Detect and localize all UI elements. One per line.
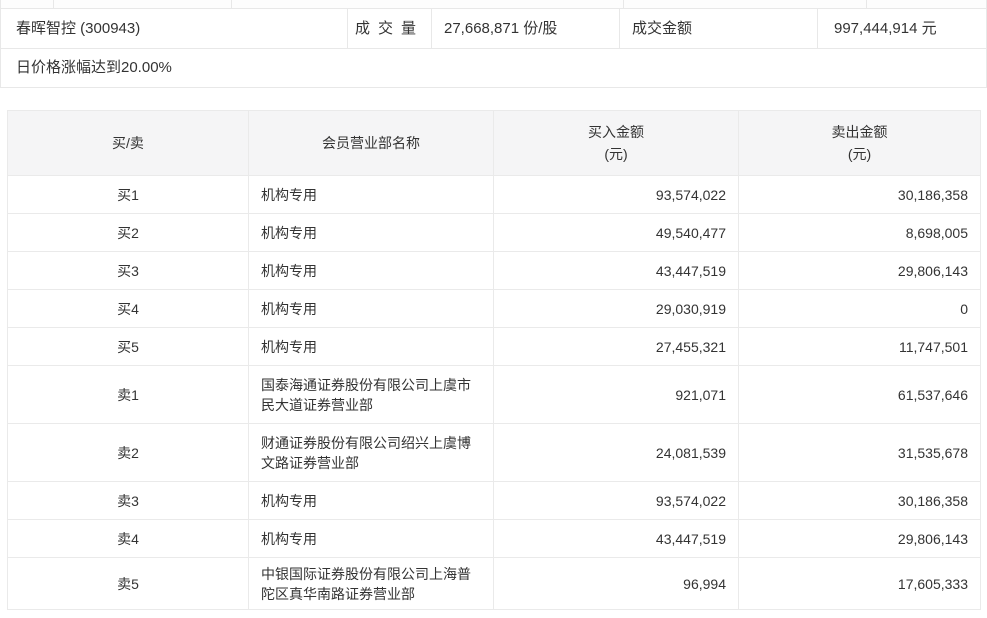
branch-cell: 机构专用 [249, 252, 494, 290]
section-gap [0, 88, 987, 110]
volume-value: 27,668,871 份/股 [432, 9, 620, 48]
branch-cell: 机构专用 [249, 176, 494, 214]
sell-amount-cell: 61,537,646 [739, 366, 981, 424]
turnover-label: 成交金额 [620, 9, 818, 48]
price-limit-notice: 日价格涨幅达到20.00% [1, 49, 986, 88]
buy-amount-cell: 27,455,321 [494, 328, 739, 366]
side-cell: 买5 [8, 328, 249, 366]
branch-cell: 国泰海通证券股份有限公司上虞市民大道证券营业部 [249, 366, 494, 424]
table-row: 买3 机构专用 43,447,519 29,806,143 [8, 252, 981, 290]
header-side: 买/卖 [8, 111, 249, 176]
buy-amount-cell: 43,447,519 [494, 252, 739, 290]
branch-cell: 机构专用 [249, 290, 494, 328]
table-row: 买2 机构专用 49,540,477 8,698,005 [8, 214, 981, 252]
sell-amount-cell: 31,535,678 [739, 424, 981, 482]
buy-amount-cell: 93,574,022 [494, 482, 739, 520]
branch-cell: 机构专用 [249, 520, 494, 558]
sell-amount-cell: 0 [739, 290, 981, 328]
side-cell: 卖3 [8, 482, 249, 520]
table-row: 买4 机构专用 29,030,919 0 [8, 290, 981, 328]
sell-amount-cell: 11,747,501 [739, 328, 981, 366]
header-row: 买/卖 会员营业部名称 买入金额 (元) 卖出金额 (元) [8, 111, 981, 176]
sell-amount-cell: 17,605,333 [739, 558, 981, 610]
sell-amount-cell: 30,186,358 [739, 176, 981, 214]
buy-amount-cell: 921,071 [494, 366, 739, 424]
buy-amount-cell: 43,447,519 [494, 520, 739, 558]
table-row: 卖1 国泰海通证券股份有限公司上虞市民大道证券营业部 921,071 61,53… [8, 366, 981, 424]
lhb-table: 买/卖 会员营业部名称 买入金额 (元) 卖出金额 (元) 买1 机构专用 93… [7, 110, 981, 610]
side-cell: 卖1 [8, 366, 249, 424]
table-row: 卖2 财通证券股份有限公司绍兴上虞博文路证券营业部 24,081,539 31,… [8, 424, 981, 482]
header-buy-title: 买入金额 [506, 121, 726, 143]
table-row: 买5 机构专用 27,455,321 11,747,501 [8, 328, 981, 366]
volume-label: 成交量 [348, 9, 432, 48]
side-cell: 卖4 [8, 520, 249, 558]
header-sell-amount: 卖出金额 (元) [739, 111, 981, 176]
table-row: 卖4 机构专用 43,447,519 29,806,143 [8, 520, 981, 558]
turnover-value: 997,444,914 元 [818, 9, 986, 48]
stock-info-row: 春晖智控 (300943) 成交量 27,668,871 份/股 成交金额 99… [1, 9, 986, 49]
stock-title: 春晖智控 (300943) [1, 9, 348, 48]
side-cell: 卖5 [8, 558, 249, 610]
sell-amount-cell: 29,806,143 [739, 252, 981, 290]
partial-row-divider [53, 0, 54, 8]
table-row: 卖3 机构专用 93,574,022 30,186,358 [8, 482, 981, 520]
buy-amount-cell: 93,574,022 [494, 176, 739, 214]
side-cell: 买3 [8, 252, 249, 290]
header-sell-title: 卖出金额 [751, 121, 968, 143]
header-buy-amount: 买入金额 (元) [494, 111, 739, 176]
table-header: 买/卖 会员营业部名称 买入金额 (元) 卖出金额 (元) [8, 111, 981, 176]
buy-amount-cell: 49,540,477 [494, 214, 739, 252]
branch-cell: 机构专用 [249, 328, 494, 366]
buy-amount-cell: 96,994 [494, 558, 739, 610]
partial-row-top [0, 0, 987, 8]
partial-row-divider [866, 0, 867, 8]
header-buy-unit: (元) [506, 143, 726, 165]
header-sell-unit: (元) [751, 143, 968, 165]
side-cell: 买4 [8, 290, 249, 328]
side-cell: 买1 [8, 176, 249, 214]
table-row: 买1 机构专用 93,574,022 30,186,358 [8, 176, 981, 214]
partial-row-divider [623, 0, 624, 8]
buy-amount-cell: 24,081,539 [494, 424, 739, 482]
side-cell: 买2 [8, 214, 249, 252]
branch-cell: 机构专用 [249, 214, 494, 252]
sell-amount-cell: 29,806,143 [739, 520, 981, 558]
header-branch: 会员营业部名称 [249, 111, 494, 176]
partial-row-divider [231, 0, 232, 8]
sell-amount-cell: 30,186,358 [739, 482, 981, 520]
buy-amount-cell: 29,030,919 [494, 290, 739, 328]
branch-cell: 财通证券股份有限公司绍兴上虞博文路证券营业部 [249, 424, 494, 482]
branch-cell: 中银国际证券股份有限公司上海普陀区真华南路证券营业部 [249, 558, 494, 610]
volume-label-text: 成交量 [355, 9, 416, 48]
sell-amount-cell: 8,698,005 [739, 214, 981, 252]
branch-cell: 机构专用 [249, 482, 494, 520]
side-cell: 卖2 [8, 424, 249, 482]
table-row: 卖5 中银国际证券股份有限公司上海普陀区真华南路证券营业部 96,994 17,… [8, 558, 981, 610]
stock-info-panel: 春晖智控 (300943) 成交量 27,668,871 份/股 成交金额 99… [0, 8, 987, 88]
page: 春晖智控 (300943) 成交量 27,668,871 份/股 成交金额 99… [0, 0, 987, 618]
